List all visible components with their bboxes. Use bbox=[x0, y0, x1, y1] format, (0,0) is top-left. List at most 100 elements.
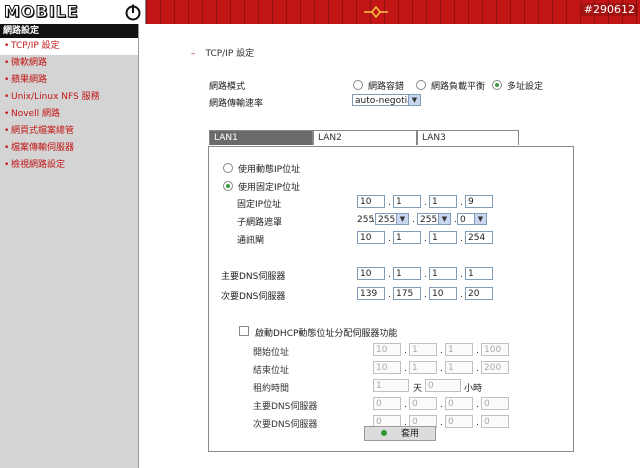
speed-label: 網路傳輸速率 bbox=[209, 99, 264, 109]
lease-days-input[interactable]: 1 bbox=[373, 379, 409, 392]
image-tag: #290612 bbox=[580, 3, 638, 16]
dhcp-start-octet-3[interactable]: 1 bbox=[445, 343, 473, 356]
dot-separator: . bbox=[460, 198, 463, 208]
sidebar: 網路設定 • TCP/IP 設定 • 微軟網路 • 蘋果網路 • Unix/Linux … bbox=[0, 24, 138, 468]
secondary-dns-label: 次要DNS伺服器 bbox=[221, 292, 286, 302]
dhcp-dns1-octet-4[interactable]: 0 bbox=[481, 397, 509, 410]
dot-separator: . bbox=[404, 346, 407, 356]
sidebar-item-label: 網頁式檔案總管 bbox=[11, 126, 75, 136]
page-title-text: TCP/IP 設定 bbox=[205, 49, 255, 59]
dhcp-start-octet-2[interactable]: 1 bbox=[409, 343, 437, 356]
mode-load-balance[interactable]: 網路負載平衡 bbox=[416, 79, 485, 92]
dns1-octet-1[interactable]: 10 bbox=[357, 267, 385, 280]
sidebar-item-apple-network[interactable]: • 蘋果網路 bbox=[0, 72, 138, 89]
chevron-down-icon: ▼ bbox=[396, 214, 408, 224]
gateway-octet-2[interactable]: 1 bbox=[393, 231, 421, 244]
ip-octet-1[interactable]: 10 bbox=[357, 195, 385, 208]
dhcp-dns1-octet-2[interactable]: 0 bbox=[409, 397, 437, 410]
dns1-octet-2[interactable]: 1 bbox=[393, 267, 421, 280]
sidebar-item-nfs[interactable]: • Unix/Linux NFS 服務 bbox=[0, 89, 138, 106]
dhcp-start-label: 開始位址 bbox=[253, 348, 290, 358]
dhcp-end-octet-4[interactable]: 200 bbox=[481, 361, 509, 374]
lease-hours-input[interactable]: 0 bbox=[425, 379, 461, 392]
ip-octet-4[interactable]: 9 bbox=[465, 195, 493, 208]
dns1-octet-3[interactable]: 1 bbox=[429, 267, 457, 280]
dns2-octet-3[interactable]: 10 bbox=[429, 287, 457, 300]
mode-label: 網路負載平衡 bbox=[431, 82, 486, 92]
hours-unit: 小時 bbox=[464, 384, 483, 394]
mode-fault-tolerance[interactable]: 網路容錯 bbox=[353, 79, 404, 92]
sidebar-item-microsoft-network[interactable]: • 微軟網路 bbox=[0, 55, 138, 72]
tab-lan3[interactable]: LAN3 bbox=[417, 130, 519, 145]
static-ip-label: 固定IP位址 bbox=[237, 200, 282, 210]
sidebar-item-view-network[interactable]: • 檢視網路設定 bbox=[0, 157, 138, 174]
dynamic-ip-option[interactable]: 使用動態IP位址 bbox=[223, 162, 300, 175]
dhcp-dns2-octet-3[interactable]: 0 bbox=[445, 415, 473, 428]
chevron-down-icon: ▼ bbox=[474, 214, 486, 224]
static-ip-option[interactable]: 使用固定IP位址 bbox=[223, 180, 300, 193]
dhcp-end-octet-1[interactable]: 10 bbox=[373, 361, 401, 374]
dhcp-end-label: 結束位址 bbox=[253, 366, 290, 376]
radio-selected-icon bbox=[223, 181, 233, 191]
sidebar-item-label: Unix/Linux NFS 服務 bbox=[11, 92, 100, 102]
bullet-icon: • bbox=[4, 160, 10, 170]
dhcp-dns2-octet-4[interactable]: 0 bbox=[481, 415, 509, 428]
gateway-octet-1[interactable]: 10 bbox=[357, 231, 385, 244]
tab-lan1[interactable]: LAN1 bbox=[209, 130, 313, 145]
mask-octet-4-select[interactable]: 0 ▼ bbox=[457, 213, 487, 225]
mask-octet-2-select[interactable]: 255 ▼ bbox=[375, 213, 409, 225]
dns2-octet-4[interactable]: 20 bbox=[465, 287, 493, 300]
top-banner: MOBILE #290612 bbox=[0, 0, 640, 24]
dot-separator: . bbox=[404, 400, 407, 410]
radio-icon bbox=[416, 80, 426, 90]
dot-separator: . bbox=[460, 290, 463, 300]
mask-value: 255 bbox=[420, 215, 438, 225]
lease-time-label: 租約時間 bbox=[253, 384, 290, 394]
dns1-octet-4[interactable]: 1 bbox=[465, 267, 493, 280]
gateway-octet-3[interactable]: 1 bbox=[429, 231, 457, 244]
sidebar-item-label: 蘋果網路 bbox=[11, 75, 48, 85]
title-dash: – bbox=[191, 49, 196, 59]
radio-icon bbox=[353, 80, 363, 90]
dhcp-end-octet-2[interactable]: 1 bbox=[409, 361, 437, 374]
logo-text: MOBILE bbox=[4, 2, 79, 22]
days-unit: 天 bbox=[413, 384, 423, 394]
dot-separator: . bbox=[388, 198, 391, 208]
lan-tabs: LAN1 LAN2 LAN3 bbox=[209, 130, 519, 146]
dot-separator: . bbox=[388, 270, 391, 280]
dhcp-end-octet-3[interactable]: 1 bbox=[445, 361, 473, 374]
subnet-mask-label: 子網路遮罩 bbox=[237, 218, 283, 228]
tab-lan2[interactable]: LAN2 bbox=[313, 130, 417, 145]
apply-button[interactable]: 套用 bbox=[364, 426, 436, 441]
sidebar-item-tcpip[interactable]: • TCP/IP 設定 bbox=[0, 38, 138, 55]
bullet-icon: • bbox=[4, 92, 10, 102]
radio-selected-icon bbox=[492, 80, 502, 90]
primary-dns-label: 主要DNS伺服器 bbox=[221, 272, 286, 282]
mask-octet-3-select[interactable]: 255 ▼ bbox=[417, 213, 451, 225]
dns2-octet-1[interactable]: 139 bbox=[357, 287, 385, 300]
sidebar-item-label: 檔案傳輸伺服器 bbox=[11, 143, 75, 153]
ip-octet-3[interactable]: 1 bbox=[429, 195, 457, 208]
dot-separator: . bbox=[440, 400, 443, 410]
mode-multi-address[interactable]: 多址設定 bbox=[492, 79, 543, 92]
dhcp-start-octet-4[interactable]: 100 bbox=[481, 343, 509, 356]
dot-separator: . bbox=[476, 400, 479, 410]
dhcp-enable-checkbox[interactable] bbox=[239, 326, 249, 336]
ip-octet-2[interactable]: 1 bbox=[393, 195, 421, 208]
sidebar-item-web-file-manager[interactable]: • 網頁式檔案總管 bbox=[0, 123, 138, 140]
dot-separator: . bbox=[388, 290, 391, 300]
sidebar-item-novell[interactable]: • Novell 網路 bbox=[0, 106, 138, 123]
gateway-label: 通訊閘 bbox=[237, 236, 265, 246]
sidebar-item-ftp-server[interactable]: • 檔案傳輸伺服器 bbox=[0, 140, 138, 157]
mask-value: 0 bbox=[460, 215, 466, 225]
dot-separator: . bbox=[460, 234, 463, 244]
brand-logo: MOBILE bbox=[0, 0, 146, 24]
speed-select[interactable]: auto-negotiat ▼ bbox=[352, 94, 421, 106]
dhcp-dns1-octet-3[interactable]: 0 bbox=[445, 397, 473, 410]
dhcp-start-octet-1[interactable]: 10 bbox=[373, 343, 401, 356]
gateway-octet-4[interactable]: 254 bbox=[465, 231, 493, 244]
radio-icon bbox=[223, 163, 233, 173]
dns2-octet-2[interactable]: 175 bbox=[393, 287, 421, 300]
banner-ornament-icon bbox=[364, 5, 388, 19]
dhcp-dns1-octet-1[interactable]: 0 bbox=[373, 397, 401, 410]
